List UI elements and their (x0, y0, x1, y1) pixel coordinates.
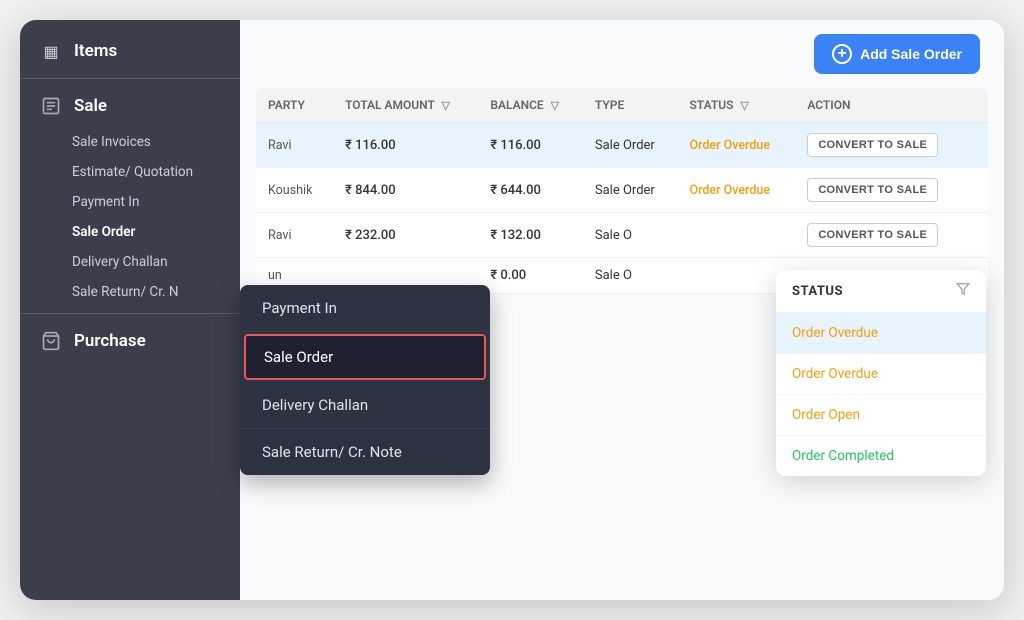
status-cell: Order Overdue (677, 123, 795, 168)
sidebar-divider-2 (20, 313, 240, 314)
balance-cell: ₹ 116.00 (478, 123, 583, 168)
col-balance: BALANCE ▽ (478, 88, 583, 123)
sidebar-item-sale[interactable]: Sale (20, 85, 240, 127)
status-open-label: Order Open (792, 407, 860, 423)
sidebar-item-sale-order[interactable]: Sale Order (72, 217, 240, 247)
items-icon: ▦ (40, 40, 62, 62)
status-item-overdue-2[interactable]: Order Overdue (776, 354, 986, 395)
col-total-amount: TOTAL AMOUNT ▽ (333, 88, 478, 123)
sale-icon (40, 95, 62, 117)
add-sale-order-button[interactable]: + Add Sale Order (814, 34, 980, 74)
convert-to-sale-button-3[interactable]: CONVERT TO SALE (807, 223, 938, 247)
balance-cell: ₹ 132.00 (478, 213, 583, 258)
add-icon: + (832, 44, 852, 64)
sidebar-sale-label: Sale (74, 96, 107, 116)
table-row: Ravi ₹ 116.00 ₹ 116.00 Sale Order Order … (256, 123, 988, 168)
type-cell: Sale Order (583, 123, 678, 168)
dropdown-item-delivery-challan[interactable]: Delivery Challan (240, 382, 490, 429)
sidebar-item-sale-invoices[interactable]: Sale Invoices (72, 127, 240, 157)
app-container: ▦ Items Sale Sale Invoices Estimate/ Quo… (20, 20, 1004, 600)
table-header-row: PARTY TOTAL AMOUNT ▽ BALANCE ▽ TYPE STAT… (256, 88, 988, 123)
status-item-completed[interactable]: Order Completed (776, 436, 986, 476)
status-completed-label: Order Completed (792, 448, 894, 464)
sidebar-item-payment-in[interactable]: Payment In (72, 187, 240, 217)
sidebar-item-estimate[interactable]: Estimate/ Quotation (72, 157, 240, 187)
action-cell: CONVERT TO SALE (795, 168, 988, 213)
party-cell: Ravi (256, 213, 333, 258)
status-popup-filter-icon[interactable] (956, 282, 970, 300)
sidebar-divider-1 (20, 78, 240, 79)
dropdown-item-sale-order[interactable]: Sale Order (244, 334, 486, 380)
total-amount-cell: ₹ 844.00 (333, 168, 478, 213)
col-party: PARTY (256, 88, 333, 123)
status-cell (677, 213, 795, 258)
table-row: Ravi ₹ 232.00 ₹ 132.00 Sale O CONVERT TO… (256, 213, 988, 258)
sidebar-purchase-label: Purchase (74, 331, 146, 351)
col-status: STATUS ▽ (677, 88, 795, 123)
sidebar: ▦ Items Sale Sale Invoices Estimate/ Quo… (20, 20, 240, 600)
table-wrapper: PARTY TOTAL AMOUNT ▽ BALANCE ▽ TYPE STAT… (240, 88, 1004, 294)
sidebar-item-purchase[interactable]: Purchase (20, 320, 240, 362)
status-popup-header: STATUS (776, 270, 986, 313)
add-sale-order-label: Add Sale Order (860, 46, 962, 62)
dropdown-item-payment-in[interactable]: Payment In (240, 285, 490, 332)
type-cell: Sale Order (583, 168, 678, 213)
dropdown-item-sale-return[interactable]: Sale Return/ Cr. Note (240, 429, 490, 475)
total-amount-cell: ₹ 232.00 (333, 213, 478, 258)
sidebar-items-label: Items (74, 41, 117, 61)
table-row: Koushik ₹ 844.00 ₹ 644.00 Sale Order Ord… (256, 168, 988, 213)
col-action: ACTION (795, 88, 988, 123)
col-type: TYPE (583, 88, 678, 123)
type-cell: Sale O (583, 258, 678, 294)
sidebar-sale-sub-items: Sale Invoices Estimate/ Quotation Paymen… (20, 127, 240, 307)
action-cell: CONVERT TO SALE (795, 123, 988, 168)
total-amount-filter-icon[interactable]: ▽ (442, 99, 450, 112)
type-cell: Sale O (583, 213, 678, 258)
balance-filter-icon[interactable]: ▽ (551, 99, 559, 112)
status-cell: Order Overdue (677, 168, 795, 213)
status-item-overdue-1[interactable]: Order Overdue (776, 313, 986, 354)
action-cell: CONVERT TO SALE (795, 213, 988, 258)
convert-to-sale-button-2[interactable]: CONVERT TO SALE (807, 178, 938, 202)
status-filter-icon[interactable]: ▽ (740, 99, 748, 112)
balance-cell: ₹ 644.00 (478, 168, 583, 213)
status-filter-popup: STATUS Order Overdue Order Overdue Order… (776, 270, 986, 476)
sale-type-dropdown: Payment In Sale Order Delivery Challan S… (240, 285, 490, 475)
sidebar-item-delivery-challan[interactable]: Delivery Challan (72, 247, 240, 277)
party-cell: Ravi (256, 123, 333, 168)
party-cell: Koushik (256, 168, 333, 213)
purchase-icon (40, 330, 62, 352)
status-overdue-label-2: Order Overdue (792, 366, 878, 382)
total-amount-cell: ₹ 116.00 (333, 123, 478, 168)
status-item-open[interactable]: Order Open (776, 395, 986, 436)
convert-to-sale-button-1[interactable]: CONVERT TO SALE (807, 133, 938, 157)
sidebar-item-items[interactable]: ▦ Items (20, 30, 240, 72)
status-popup-title: STATUS (792, 284, 843, 299)
sale-orders-table: PARTY TOTAL AMOUNT ▽ BALANCE ▽ TYPE STAT… (256, 88, 988, 294)
top-bar: + Add Sale Order (240, 20, 1004, 88)
sidebar-item-sale-return[interactable]: Sale Return/ Cr. N (72, 277, 240, 307)
status-overdue-label-1: Order Overdue (792, 325, 878, 341)
balance-cell: ₹ 0.00 (478, 258, 583, 294)
